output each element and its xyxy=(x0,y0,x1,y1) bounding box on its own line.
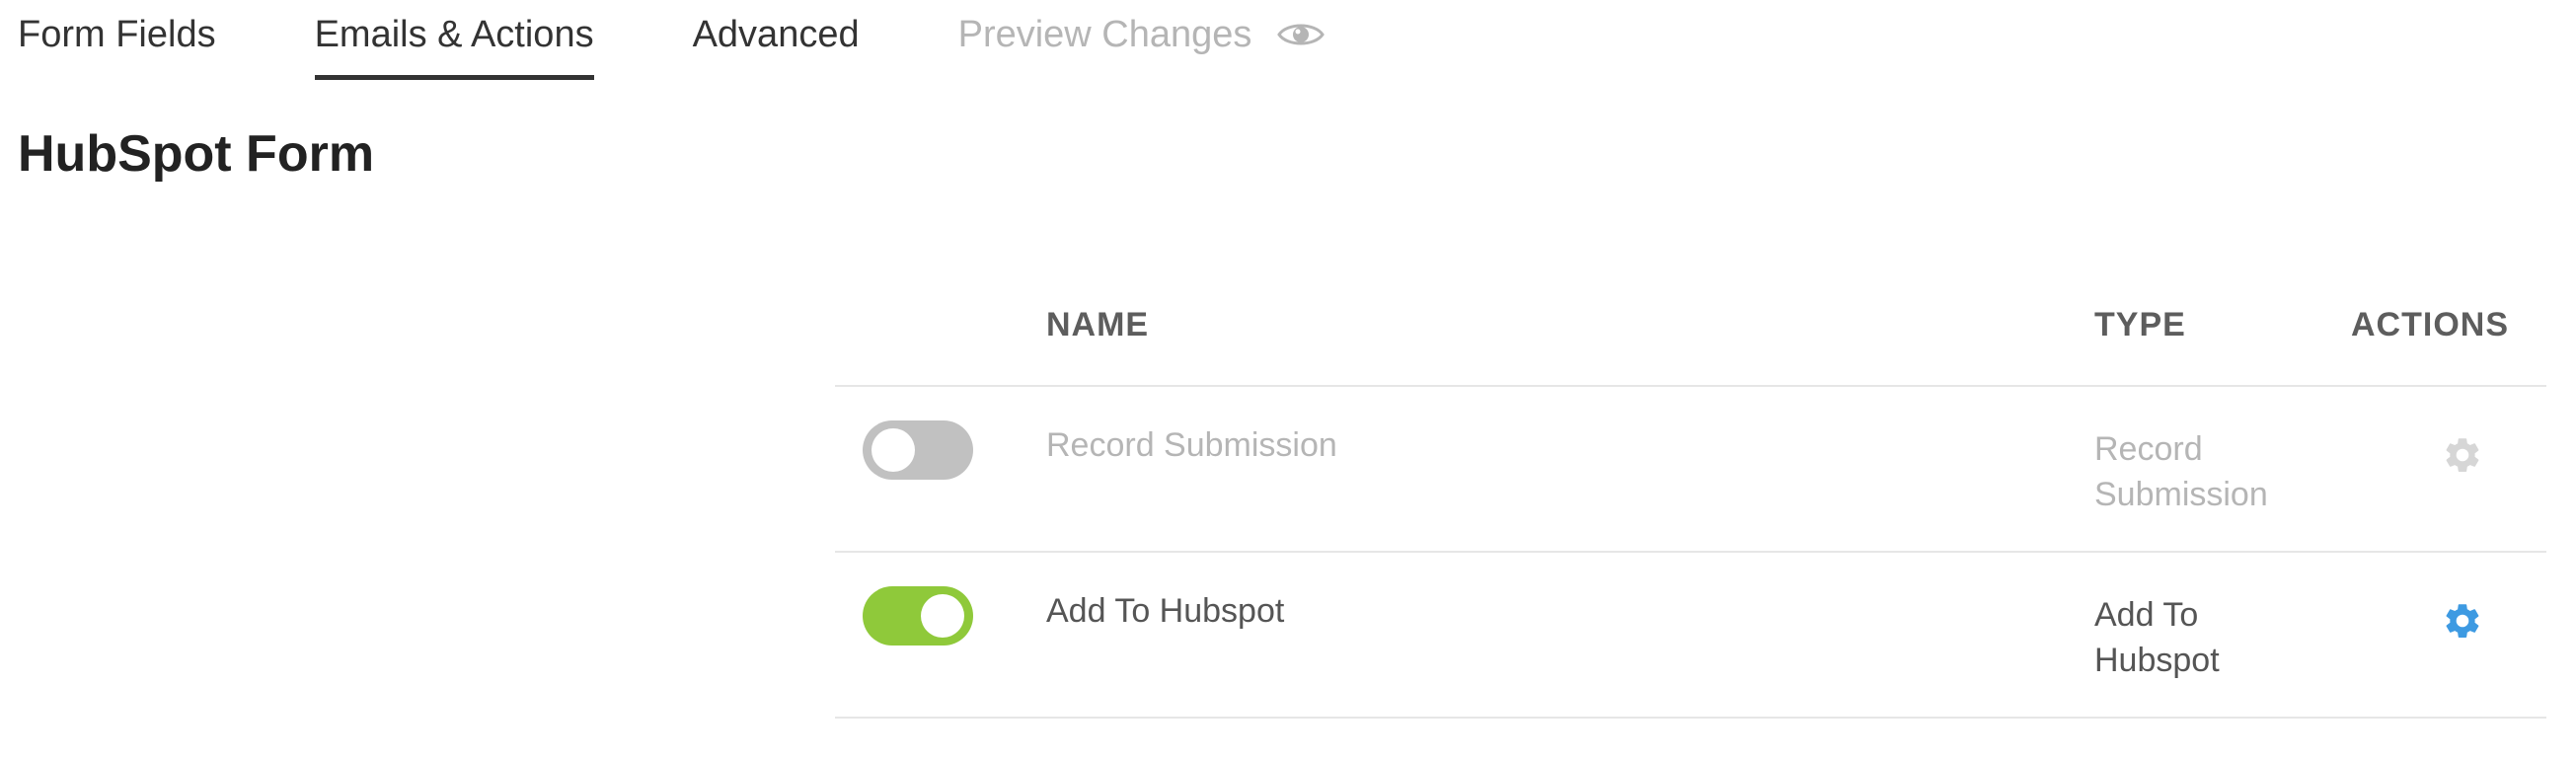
action-toggle-record-submission[interactable] xyxy=(863,420,973,480)
action-type: Record Submission xyxy=(2094,430,2268,513)
gear-icon[interactable] xyxy=(2442,434,2483,476)
table-header: NAME TYPE ACTIONS xyxy=(835,286,2546,387)
action-type: Add To Hubspot xyxy=(2094,596,2220,679)
action-name: Add To Hubspot xyxy=(1046,592,1285,630)
tab-advanced[interactable]: Advanced xyxy=(693,0,860,69)
column-header-type: TYPE xyxy=(2094,306,2186,343)
eye-icon xyxy=(1277,24,1326,45)
tab-form-fields[interactable]: Form Fields xyxy=(18,0,216,69)
action-name: Record Submission xyxy=(1046,426,1337,464)
tab-label: Form Fields xyxy=(18,14,216,55)
tab-bar: Form Fields Emails & Actions Advanced Pr… xyxy=(18,0,1423,89)
tab-preview-changes[interactable]: Preview Changes xyxy=(958,0,1326,69)
tab-emails-actions[interactable]: Emails & Actions xyxy=(314,0,594,80)
tab-label: Advanced xyxy=(692,14,860,55)
toggle-knob xyxy=(921,594,964,638)
actions-table: NAME TYPE ACTIONS Record Submission Reco… xyxy=(835,286,2546,719)
tab-label: Emails & Actions xyxy=(314,14,594,55)
toggle-knob xyxy=(871,428,915,472)
tab-label: Preview Changes xyxy=(957,14,1252,55)
gear-icon[interactable] xyxy=(2442,600,2483,642)
table-row: Add To Hubspot Add To Hubspot xyxy=(835,553,2546,719)
column-header-name: NAME xyxy=(1046,306,1150,343)
page-title: HubSpot Form xyxy=(18,125,375,183)
action-toggle-add-to-hubspot[interactable] xyxy=(863,586,973,646)
page: Form Fields Emails & Actions Advanced Pr… xyxy=(0,0,2576,760)
table-row: Record Submission Record Submission xyxy=(835,387,2546,553)
column-header-actions: ACTIONS xyxy=(2351,306,2509,343)
